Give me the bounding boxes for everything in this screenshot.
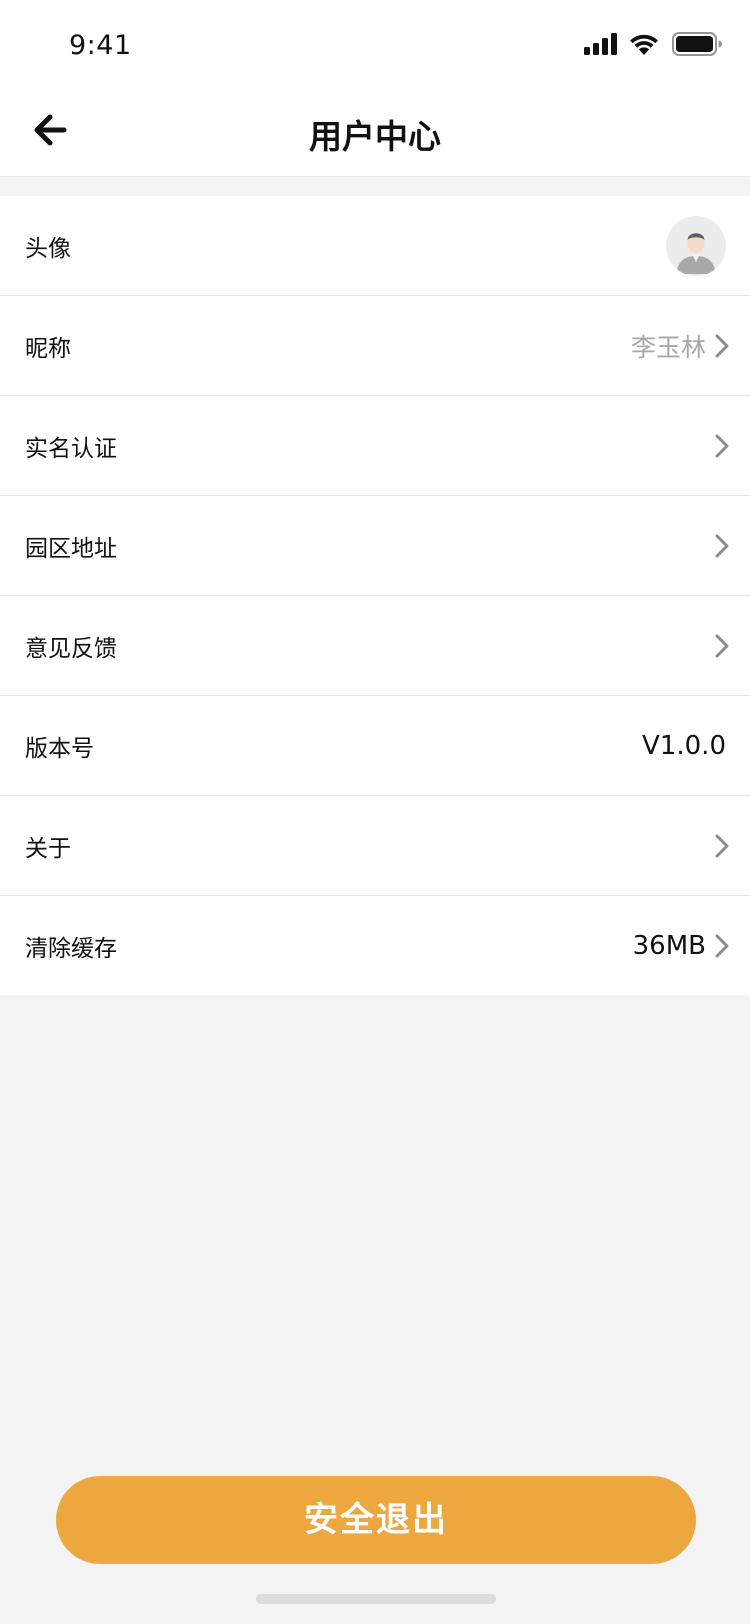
version-row: 版本号 V1.0.0 [0,696,750,796]
settings-list: 头像 昵称 李玉林 实名认证 园区地址 意见反馈 版本号 V1.0.0 关于 清… [0,196,750,995]
logout-button[interactable]: 安全退出 [56,1476,696,1564]
realname-verification-label: 实名认证 [25,435,117,462]
chevron-right-icon [714,633,730,659]
clear-cache-label: 清除缓存 [25,935,117,962]
chevron-right-icon [714,833,730,859]
status-icons [584,32,722,56]
chevron-right-icon [714,333,730,359]
clear-cache-row[interactable]: 清除缓存 36MB [0,896,750,995]
status-time: 9:41 [69,30,132,61]
nav-bar: 用户中心 [0,88,750,177]
feedback-label: 意见反馈 [25,635,117,662]
cache-size-value: 36MB [632,930,706,961]
avatar-label: 头像 [25,235,71,262]
nickname-row[interactable]: 昵称 李玉林 [0,296,750,396]
nickname-value: 李玉林 [630,332,706,362]
version-value: V1.0.0 [642,730,726,761]
chevron-right-icon [714,933,730,959]
page-title: 用户中心 [309,117,441,156]
wifi-icon [628,32,660,56]
avatar-row[interactable]: 头像 [0,196,750,296]
status-bar: 9:41 [0,0,750,88]
avatar[interactable] [666,215,726,276]
home-indicator [256,1594,496,1604]
nickname-label: 昵称 [25,335,71,362]
about-row[interactable]: 关于 [0,796,750,896]
feedback-row[interactable]: 意见反馈 [0,596,750,696]
park-address-row[interactable]: 园区地址 [0,496,750,596]
chevron-right-icon [714,433,730,459]
park-address-label: 园区地址 [25,535,117,562]
chevron-right-icon [714,533,730,559]
version-label: 版本号 [25,735,94,762]
about-label: 关于 [25,835,71,862]
realname-verification-row[interactable]: 实名认证 [0,396,750,496]
battery-icon [672,32,722,56]
signal-icon [584,33,618,55]
